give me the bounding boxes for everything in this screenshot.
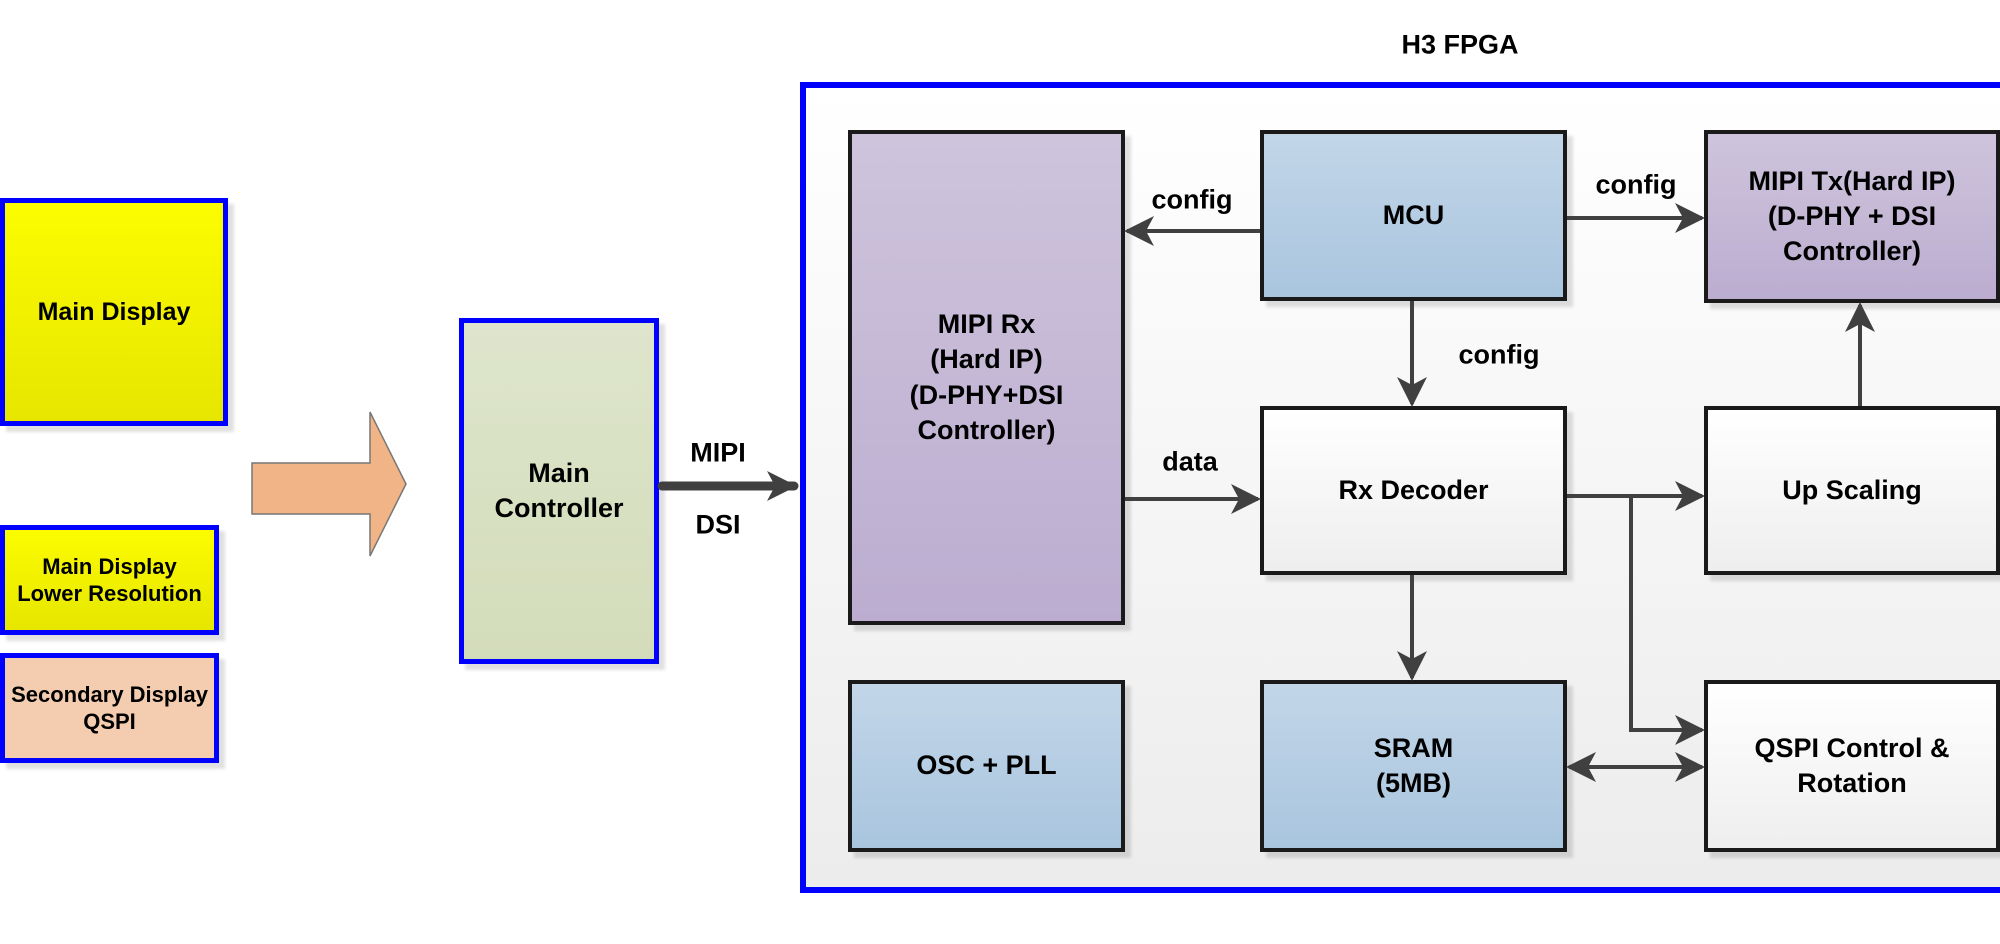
arrow-decoder-to-qspi (1629, 496, 1705, 745)
connectors (251, 203, 1875, 782)
big-flow-arrow (251, 411, 407, 557)
